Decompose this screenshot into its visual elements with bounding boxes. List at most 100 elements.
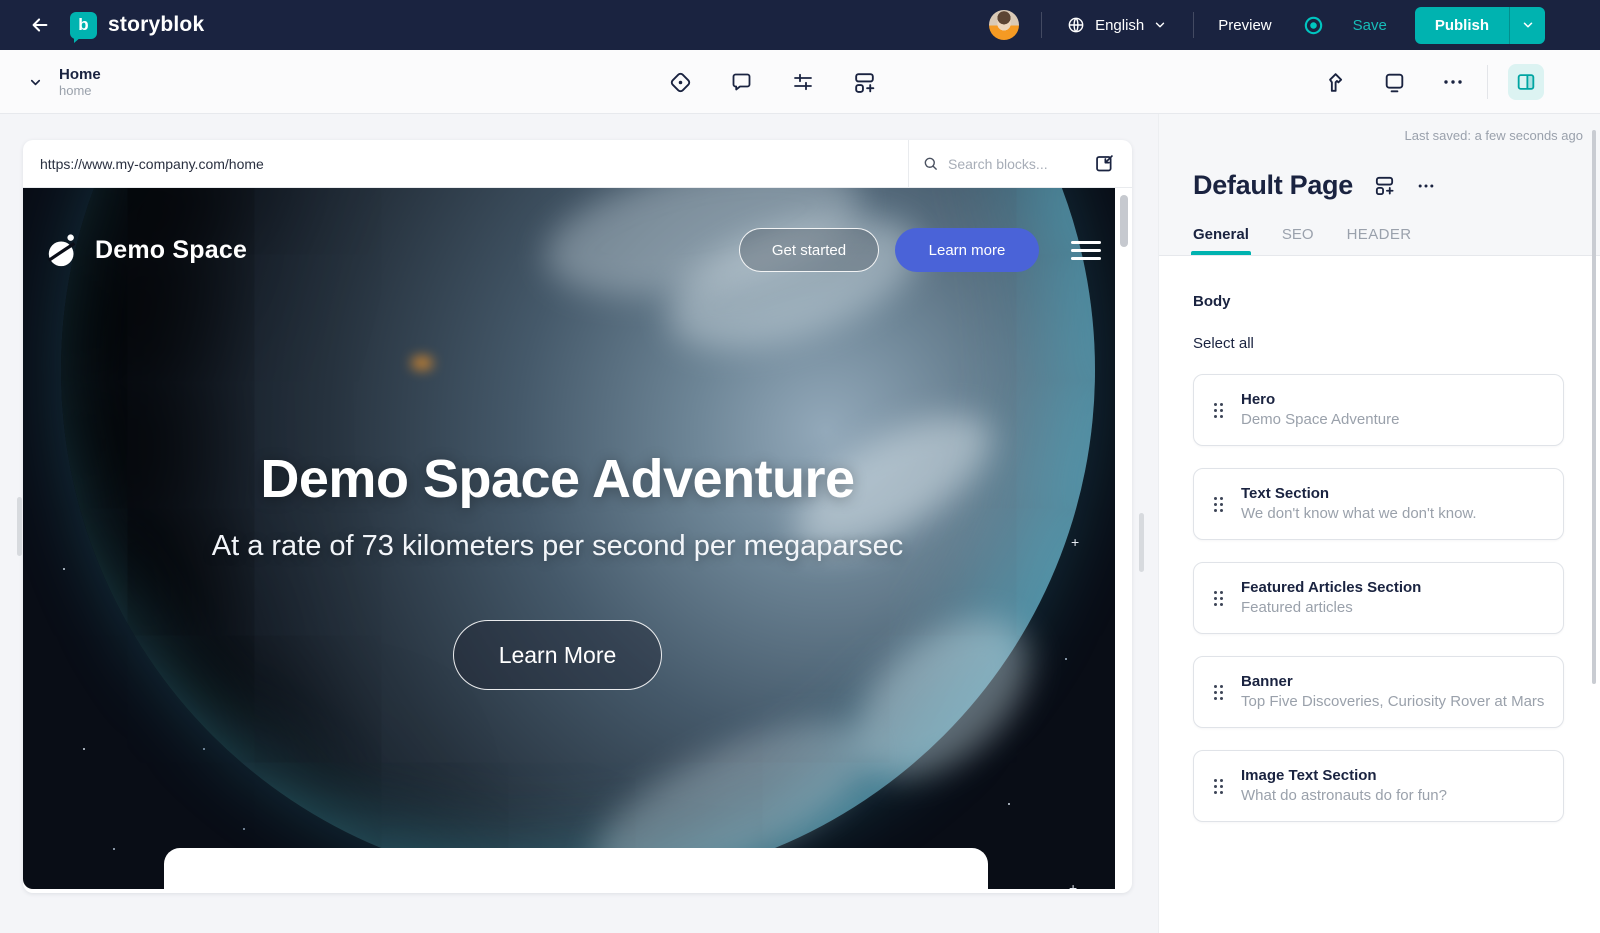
search-blocks-box: [908, 140, 1076, 187]
drag-handle-icon[interactable]: [1214, 684, 1223, 700]
block-card[interactable]: Featured Articles Section Featured artic…: [1193, 562, 1564, 634]
block-card[interactable]: Image Text Section What do astronauts do…: [1193, 750, 1564, 822]
preview-viewport: + + Demo Space Get started Learn more De…: [23, 188, 1132, 892]
last-saved-status: Last saved: a few seconds ago: [1404, 128, 1583, 143]
viewport-size-button[interactable]: [1382, 70, 1407, 95]
block-settings-sidebar: Last saved: a few seconds ago Default Pa…: [1158, 114, 1600, 933]
preview-button[interactable]: Preview: [1218, 17, 1271, 34]
toggle-sidebar-button[interactable]: [1508, 64, 1544, 100]
planet-logo-icon: [47, 234, 76, 267]
add-block-sidebar-button[interactable]: [1373, 174, 1396, 197]
sliders-icon: [794, 73, 812, 91]
blocks-plus-icon: [855, 72, 875, 93]
block-card[interactable]: Banner Top Five Discoveries, Curiosity R…: [1193, 656, 1564, 728]
block-summary: What do astronauts do for fun?: [1241, 786, 1447, 804]
add-block-button[interactable]: [852, 70, 877, 95]
publish-button[interactable]: Publish: [1415, 7, 1509, 44]
story-title: Home: [59, 65, 101, 83]
next-section-card[interactable]: [164, 848, 988, 889]
preview-url-bar: https://www.my-company.com/home: [23, 140, 1132, 188]
preview-url[interactable]: https://www.my-company.com/home: [23, 156, 908, 172]
search-blocks-input[interactable]: [948, 155, 1058, 172]
site-logo[interactable]: Demo Space: [45, 230, 247, 270]
select-all-link[interactable]: Select all: [1193, 335, 1254, 352]
more-options-button[interactable]: [1441, 70, 1465, 94]
drag-handle-icon[interactable]: [1214, 590, 1223, 606]
sidebar-header: Last saved: a few seconds ago Default Pa…: [1159, 114, 1600, 256]
tab-seo[interactable]: SEO: [1282, 226, 1314, 255]
block-card[interactable]: Text Section We don't know what we don't…: [1193, 468, 1564, 540]
top-navbar: b storyblok English Preview Save Publish: [0, 0, 1600, 50]
visual-editor-canvas: https://www.my-company.com/home +: [0, 114, 1158, 933]
publish-dropdown-button[interactable]: [1510, 7, 1545, 44]
drag-handle-icon[interactable]: [1214, 402, 1223, 418]
language-selector[interactable]: English: [1066, 15, 1167, 35]
block-name: Hero: [1241, 391, 1276, 409]
preview-scrollbar[interactable]: [1120, 195, 1128, 247]
body-field-label: Body: [1193, 293, 1231, 310]
user-avatar[interactable]: [989, 10, 1020, 40]
record-status-icon[interactable]: [1302, 14, 1325, 37]
site-hero-section[interactable]: + + Demo Space Get started Learn more De…: [23, 188, 1115, 889]
block-summary: We don't know what we don't know.: [1241, 504, 1477, 522]
learn-more-nav-button[interactable]: Learn more: [895, 228, 1039, 272]
hamburger-menu-icon[interactable]: [1071, 240, 1101, 260]
dev-tools-button[interactable]: [1323, 70, 1348, 95]
drag-handle-icon[interactable]: [1214, 778, 1223, 794]
hero-title[interactable]: Demo Space Adventure: [23, 448, 1092, 510]
chevron-down-icon: [30, 79, 41, 85]
block-card[interactable]: Hero Demo Space Adventure: [1193, 374, 1564, 446]
language-label: English: [1095, 16, 1145, 34]
chevron-down-icon: [1156, 22, 1165, 28]
focus-mode-button[interactable]: [668, 70, 693, 95]
resize-handle-left[interactable]: [17, 497, 22, 556]
block-list: Hero Demo Space Adventure Text Section W…: [1193, 374, 1564, 822]
adjustments-button[interactable]: [791, 70, 815, 94]
navbar-divider: [1193, 12, 1195, 38]
blocks-plus-icon: [1375, 176, 1394, 196]
city-lights: [411, 356, 433, 370]
editor-crosshair: +: [1069, 880, 1078, 889]
block-name: Text Section: [1241, 485, 1330, 503]
globe-icon: [1068, 17, 1084, 33]
sidebar-scrollbar[interactable]: [1592, 130, 1596, 684]
back-button[interactable]: [26, 11, 54, 39]
storyblok-logo-icon: b: [70, 11, 97, 43]
get-started-button[interactable]: Get started: [739, 228, 879, 272]
tab-header[interactable]: HEADER: [1347, 226, 1412, 255]
preview-frame: https://www.my-company.com/home +: [23, 140, 1132, 893]
publish-button-group: Publish: [1414, 6, 1545, 44]
hero-learn-more-button[interactable]: Learn More: [453, 620, 662, 690]
story-slug: home: [59, 82, 92, 98]
story-switcher[interactable]: Home home: [28, 50, 101, 114]
panel-right-icon: [1517, 74, 1535, 90]
block-summary: Demo Space Adventure: [1241, 410, 1400, 428]
starfield: [23, 188, 25, 190]
site-brand-name: Demo Space: [95, 235, 248, 264]
drag-handle-icon[interactable]: [1214, 496, 1223, 512]
compose-arrow-icon: [1095, 155, 1113, 172]
edit-url-button[interactable]: [1076, 140, 1132, 187]
back-arrow-icon: [32, 18, 48, 32]
storyblok-logo[interactable]: b storyblok: [70, 11, 205, 43]
hammer-icon: [1329, 72, 1343, 92]
sidebar-tabs: General SEO HEADER: [1191, 226, 1600, 255]
chevron-down-icon: [1523, 22, 1532, 28]
content-type-title: Default Page: [1193, 170, 1353, 200]
toolbar-divider: [1487, 65, 1488, 99]
editor-toolbar: Home home: [0, 50, 1600, 114]
resize-handle-right[interactable]: [1139, 513, 1144, 572]
block-name: Banner: [1241, 673, 1293, 691]
comment-bubble-icon: [732, 73, 751, 91]
diamond-dot-icon: [670, 72, 691, 92]
block-summary: Featured articles: [1241, 598, 1353, 616]
search-icon: [924, 157, 937, 170]
comments-button[interactable]: [730, 70, 754, 94]
save-button[interactable]: Save: [1353, 17, 1387, 34]
monitor-icon: [1385, 73, 1404, 92]
sidebar-more-options-button[interactable]: [1416, 176, 1436, 196]
storyblok-logo-text: storyblok: [108, 13, 205, 36]
tab-general[interactable]: General: [1191, 226, 1251, 255]
hero-subtitle[interactable]: At a rate of 73 kilometers per second pe…: [23, 530, 1092, 563]
navbar-divider: [1041, 12, 1043, 38]
